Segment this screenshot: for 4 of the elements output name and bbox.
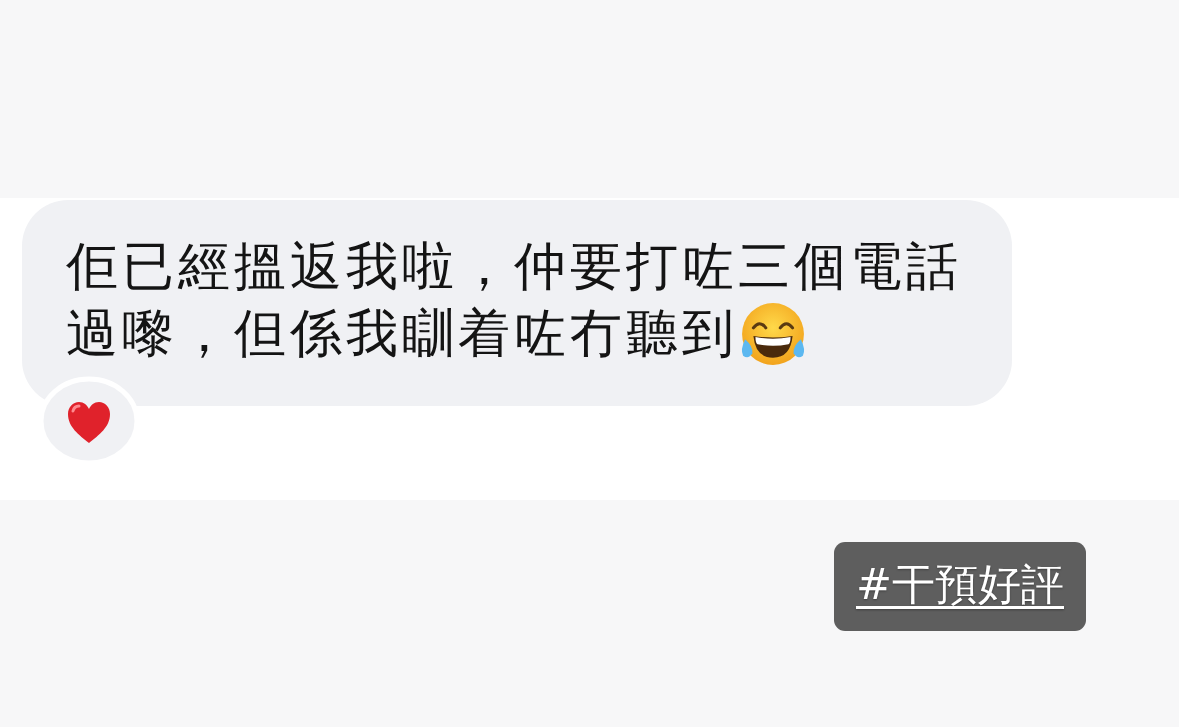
message-text: 佢已經搵返我啦，仲要打咗三個電話 [66,235,962,298]
laughing-tears-emoji-icon [740,300,806,367]
message-text: 過嚟，但係我瞓着咗冇聽到 [66,302,738,365]
hashtag-sticker[interactable]: #干預好評 [833,542,1086,631]
